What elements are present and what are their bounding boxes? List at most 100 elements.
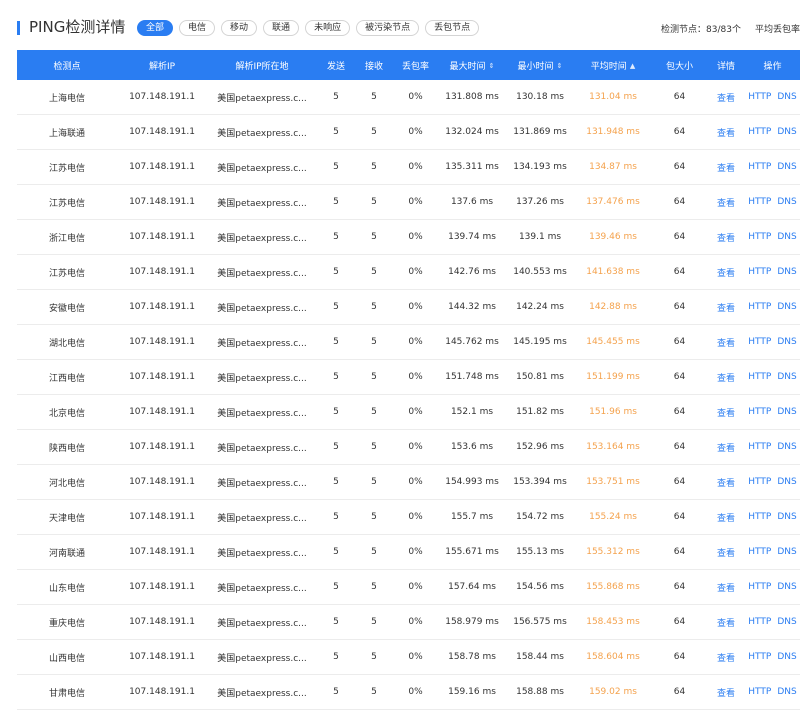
- table-row: 山东电信 107.148.191.1 美国petaexpress.c... 5 5 0% 1…: [17, 569, 800, 605]
- http-action-link[interactable]: HTTP: [748, 372, 771, 382]
- cell-ip: 107.148.191.1: [117, 219, 207, 255]
- http-action-link[interactable]: HTTP: [748, 547, 771, 557]
- cell-packet-size: 64: [652, 674, 707, 710]
- row-actions: HTTP DNS: [745, 429, 800, 465]
- filter-all[interactable]: 全部: [137, 20, 174, 36]
- cell-loss-rate: 0%: [393, 569, 438, 605]
- col-min-time[interactable]: 最小时间 ⇕: [506, 50, 574, 80]
- dns-action-link[interactable]: DNS: [777, 477, 796, 487]
- view-detail-link[interactable]: 查看: [707, 80, 745, 115]
- dns-action-link[interactable]: DNS: [777, 337, 796, 347]
- view-detail-link[interactable]: 查看: [707, 114, 745, 150]
- http-action-link[interactable]: HTTP: [748, 92, 771, 102]
- cell-sent: 5: [317, 604, 355, 640]
- dns-action-link[interactable]: DNS: [777, 687, 796, 697]
- cell-min-time: 134.193 ms: [506, 149, 574, 185]
- sort-icon[interactable]: ⇕: [557, 62, 563, 70]
- http-action-link[interactable]: HTTP: [748, 687, 771, 697]
- view-detail-link[interactable]: 查看: [707, 534, 745, 570]
- sort-ascending-icon[interactable]: ▲: [630, 62, 635, 70]
- dns-action-link[interactable]: DNS: [777, 127, 796, 137]
- http-action-link[interactable]: HTTP: [748, 302, 771, 312]
- cell-sent: 5: [317, 114, 355, 150]
- cell-node: 天津电信: [17, 499, 117, 535]
- view-detail-link[interactable]: 查看: [707, 569, 745, 605]
- dns-action-link[interactable]: DNS: [777, 407, 796, 417]
- filter-unicom[interactable]: 联通: [263, 20, 300, 36]
- cell-sent: 5: [317, 219, 355, 255]
- http-action-link[interactable]: HTTP: [748, 477, 771, 487]
- view-detail-link[interactable]: 查看: [707, 149, 745, 185]
- cell-node: 上海联通: [17, 114, 117, 150]
- http-action-link[interactable]: HTTP: [748, 337, 771, 347]
- col-sent: 发送: [317, 50, 355, 80]
- filter-telecom[interactable]: 电信: [179, 20, 216, 36]
- http-action-link[interactable]: HTTP: [748, 442, 771, 452]
- cell-received: 5: [355, 429, 393, 465]
- http-action-link[interactable]: HTTP: [748, 407, 771, 417]
- cell-received: 5: [355, 359, 393, 395]
- view-detail-link[interactable]: 查看: [707, 254, 745, 290]
- table-row: 河南联通 107.148.191.1 美国petaexpress.c... 5 5 0% 1…: [17, 534, 800, 570]
- row-actions: HTTP DNS: [745, 394, 800, 430]
- view-detail-link[interactable]: 查看: [707, 394, 745, 430]
- dns-action-link[interactable]: DNS: [777, 617, 796, 627]
- cell-avg-time: 141.638 ms: [574, 254, 652, 290]
- cell-sent: 5: [317, 80, 355, 115]
- cell-min-time: 155.13 ms: [506, 534, 574, 570]
- cell-min-time: 150.81 ms: [506, 359, 574, 395]
- dns-action-link[interactable]: DNS: [777, 512, 796, 522]
- filter-no-response[interactable]: 未响应: [305, 20, 351, 36]
- view-detail-link[interactable]: 查看: [707, 674, 745, 710]
- filter-mobile[interactable]: 移动: [221, 20, 258, 36]
- dns-action-link[interactable]: DNS: [777, 92, 796, 102]
- http-action-link[interactable]: HTTP: [748, 267, 771, 277]
- cell-min-time: 151.82 ms: [506, 394, 574, 430]
- dns-action-link[interactable]: DNS: [777, 267, 796, 277]
- http-action-link[interactable]: HTTP: [748, 162, 771, 172]
- filter-polluted-nodes[interactable]: 被污染节点: [356, 20, 420, 36]
- cell-received: 5: [355, 114, 393, 150]
- dns-action-link[interactable]: DNS: [777, 582, 796, 592]
- http-action-link[interactable]: HTTP: [748, 512, 771, 522]
- cell-max-time: 144.32 ms: [438, 289, 506, 325]
- col-location: 解析IP所在地: [207, 50, 317, 80]
- dns-action-link[interactable]: DNS: [777, 652, 796, 662]
- col-avg-time[interactable]: 平均时间 ▲: [574, 50, 652, 80]
- col-max-time[interactable]: 最大时间 ⇕: [438, 50, 506, 80]
- dns-action-link[interactable]: DNS: [777, 442, 796, 452]
- view-detail-link[interactable]: 查看: [707, 184, 745, 220]
- view-detail-link[interactable]: 查看: [707, 604, 745, 640]
- http-action-link[interactable]: HTTP: [748, 197, 771, 207]
- sort-icon[interactable]: ⇕: [489, 62, 495, 70]
- http-action-link[interactable]: HTTP: [748, 232, 771, 242]
- cell-ip: 107.148.191.1: [117, 184, 207, 220]
- view-detail-link[interactable]: 查看: [707, 639, 745, 675]
- dns-action-link[interactable]: DNS: [777, 372, 796, 382]
- view-detail-link[interactable]: 查看: [707, 289, 745, 325]
- http-action-link[interactable]: HTTP: [748, 652, 771, 662]
- filter-packet-loss-nodes[interactable]: 丢包节点: [425, 20, 480, 36]
- cell-max-time: 131.808 ms: [438, 80, 506, 115]
- cell-packet-size: 64: [652, 429, 707, 465]
- cell-max-time: 157.64 ms: [438, 569, 506, 605]
- dns-action-link[interactable]: DNS: [777, 547, 796, 557]
- cell-ip: 107.148.191.1: [117, 289, 207, 325]
- dns-action-link[interactable]: DNS: [777, 232, 796, 242]
- dns-action-link[interactable]: DNS: [777, 197, 796, 207]
- table-row: 江西电信 107.148.191.1 美国petaexpress.c... 5 5 0% 1…: [17, 359, 800, 395]
- cell-received: 5: [355, 219, 393, 255]
- view-detail-link[interactable]: 查看: [707, 464, 745, 500]
- dns-action-link[interactable]: DNS: [777, 302, 796, 312]
- http-action-link[interactable]: HTTP: [748, 617, 771, 627]
- table-row: 江苏电信 107.148.191.1 美国petaexpress.c... 5 5 0% 1…: [17, 184, 800, 220]
- filter-chips: 全部 电信 移动 联通 未响应 被污染节点 丢包节点: [137, 20, 480, 36]
- view-detail-link[interactable]: 查看: [707, 219, 745, 255]
- http-action-link[interactable]: HTTP: [748, 582, 771, 592]
- view-detail-link[interactable]: 查看: [707, 324, 745, 360]
- view-detail-link[interactable]: 查看: [707, 429, 745, 465]
- view-detail-link[interactable]: 查看: [707, 359, 745, 395]
- view-detail-link[interactable]: 查看: [707, 499, 745, 535]
- dns-action-link[interactable]: DNS: [777, 162, 796, 172]
- http-action-link[interactable]: HTTP: [748, 127, 771, 137]
